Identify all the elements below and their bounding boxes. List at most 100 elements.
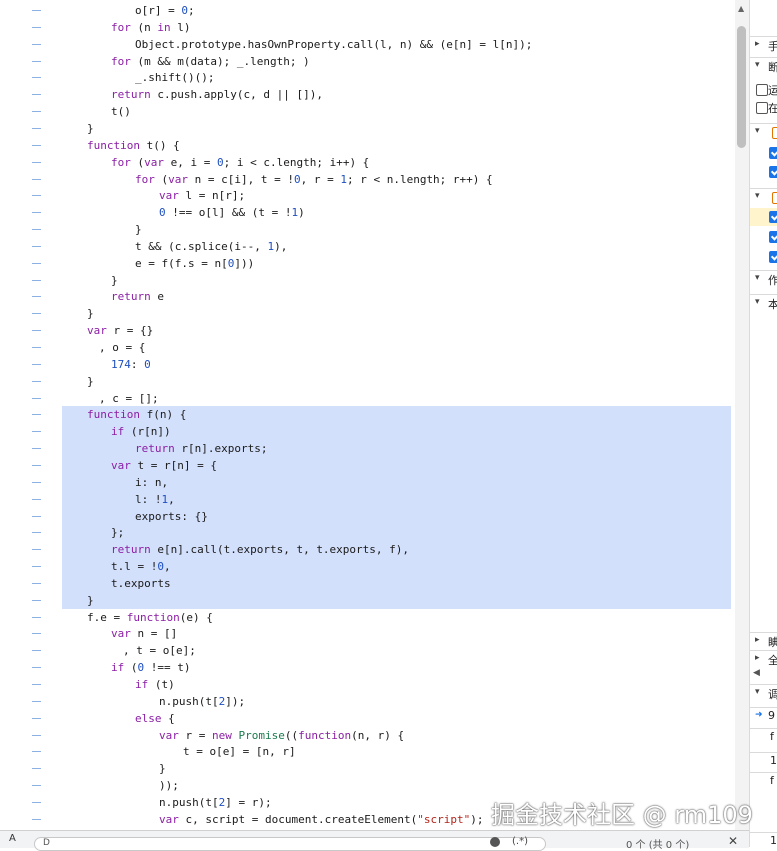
line-gutter-marker[interactable] [32,77,41,79]
expand-arrow-icon[interactable]: ▸ [755,653,760,663]
code-line[interactable]: for (n in l) [0,19,735,36]
code-line[interactable]: } [0,221,735,238]
search-input[interactable]: D [34,837,546,851]
breakpoint-checkbox[interactable] [756,84,768,96]
code-line[interactable]: 0 !== o[l] && (t = !1) [0,204,735,221]
code-line[interactable]: return e [0,288,735,305]
line-gutter-marker[interactable] [32,464,41,467]
side-panel-row[interactable]: ▸手 [750,36,777,55]
breakpoint-checkbox[interactable] [756,102,768,114]
code-editor[interactable]: o[r] = 0; for (n in l) Object.prototype.ha… [0,0,735,830]
line-gutter-marker[interactable] [32,684,41,686]
match-case-icon[interactable]: A [9,833,16,844]
editor-vertical-scrollbar[interactable]: ▲ [735,0,749,830]
side-panel-row[interactable]: f [750,772,777,791]
line-gutter-marker[interactable] [32,363,41,366]
side-panel-row[interactable]: 1 [750,752,777,771]
side-panel-row[interactable]: 在 [750,99,777,117]
code-line[interactable]: }; [32,524,731,542]
code-line[interactable]: exports: {} [32,507,731,525]
line-gutter-marker[interactable] [32,330,41,332]
code-line[interactable]: t() [0,103,735,120]
code-line[interactable]: return c.push.apply(c, d || []), [0,86,735,103]
code-line[interactable]: o[r] = 0; [0,2,735,19]
side-panel-row[interactable]: f [750,728,777,747]
code-line[interactable]: if (0 !== t) [0,659,735,676]
line-gutter-marker[interactable] [32,296,41,298]
line-gutter-marker[interactable] [32,161,41,164]
side-panel-row[interactable]: 运 [750,81,777,99]
expand-arrow-icon[interactable]: ▾ [755,687,760,697]
code-line[interactable]: n.push(t[2]); [0,693,735,710]
expand-arrow-icon[interactable]: ▾ [755,60,760,70]
side-panel-row[interactable] [750,248,777,266]
code-line[interactable]: else { [0,710,735,727]
side-panel-row[interactable]: ▾断 [750,57,777,76]
code-line[interactable]: if (r[n]) [32,423,731,441]
code-line[interactable]: } [0,272,735,289]
side-panel-row[interactable]: ▸全 [750,650,777,669]
line-gutter-marker[interactable] [32,768,41,770]
line-gutter-marker[interactable] [32,279,41,282]
code-line[interactable]: t && (c.splice(i--, 1), [0,238,735,255]
line-gutter-marker[interactable] [32,801,41,804]
scrollbar-thumb[interactable] [737,26,746,148]
side-panel-row[interactable]: ▾ [750,123,777,142]
breakpoint-checkbox[interactable] [769,251,777,263]
line-gutter-marker[interactable] [32,818,41,821]
code-line[interactable]: for (var n = c[i], t = !0, r = 1; r < n.… [0,171,735,188]
line-gutter-marker[interactable] [32,566,41,568]
line-gutter-marker[interactable] [32,549,41,551]
code-line[interactable]: var n = [] [0,625,735,642]
code-line[interactable]: e = f(f.s = n[0])) [0,255,735,272]
line-gutter-marker[interactable] [32,43,41,46]
code-line[interactable]: t.l = !0, [32,558,731,576]
breakpoint-checkbox[interactable] [769,231,777,243]
close-search-icon[interactable]: ✕ [728,834,738,848]
code-line[interactable]: if (t) [0,676,735,693]
code-line[interactable]: for (m && m(data); _.length; ) [0,53,735,70]
line-gutter-marker[interactable] [32,262,41,265]
side-panel-row[interactable] [750,208,777,226]
side-panel-row[interactable]: ▾调 [750,684,777,703]
code-line[interactable]: 174: 0 [0,356,735,373]
line-gutter-marker[interactable] [32,633,41,635]
side-panel-row[interactable]: ▾作 [750,270,777,289]
code-line[interactable]: Object.prototype.hasOwnProperty.call(l, … [0,36,735,53]
code-line[interactable]: } [0,373,735,390]
code-line[interactable]: } [32,591,731,609]
code-line[interactable]: var l = n[r]; [0,187,735,204]
line-gutter-marker[interactable] [32,532,41,534]
code-line[interactable]: f.e = function(e) { [0,609,735,626]
code-line[interactable]: _.shift()(); [0,69,735,86]
line-gutter-marker[interactable] [32,229,41,231]
side-panel-scroll-left-icon[interactable]: ◀ [753,668,760,678]
side-panel-row[interactable]: ▾本 [750,294,777,313]
line-gutter-marker[interactable] [32,751,41,753]
side-panel-row[interactable] [750,144,777,162]
code-line[interactable]: } [0,760,735,777]
code-line[interactable]: var r = {} [0,322,735,339]
code-line[interactable]: t = o[e] = [n, r] [0,743,735,760]
line-gutter-marker[interactable] [32,313,41,315]
line-gutter-marker[interactable] [32,380,41,383]
line-gutter-marker[interactable] [32,397,41,400]
line-gutter-marker[interactable] [32,734,41,737]
line-gutter-marker[interactable] [32,60,41,63]
side-panel-row[interactable]: ▸睓 [750,632,777,651]
line-gutter-marker[interactable] [32,94,41,96]
side-panel-row[interactable]: 1 [750,832,777,847]
expand-arrow-icon[interactable]: ▸ [755,39,760,49]
code-line[interactable]: var r = new Promise((function(n, r) { [0,727,735,744]
code-line[interactable]: i: n, [32,473,731,491]
line-gutter-marker[interactable] [32,700,41,703]
breakpoint-checkbox[interactable] [769,166,777,178]
line-gutter-marker[interactable] [32,431,41,433]
line-gutter-marker[interactable] [32,245,41,248]
code-line[interactable]: function f(n) { [32,406,731,424]
line-gutter-marker[interactable] [32,515,41,518]
line-gutter-marker[interactable] [32,616,41,619]
code-line[interactable]: , t = o[e]; [0,642,735,659]
line-gutter-marker[interactable] [32,414,41,416]
line-gutter-marker[interactable] [32,10,41,12]
